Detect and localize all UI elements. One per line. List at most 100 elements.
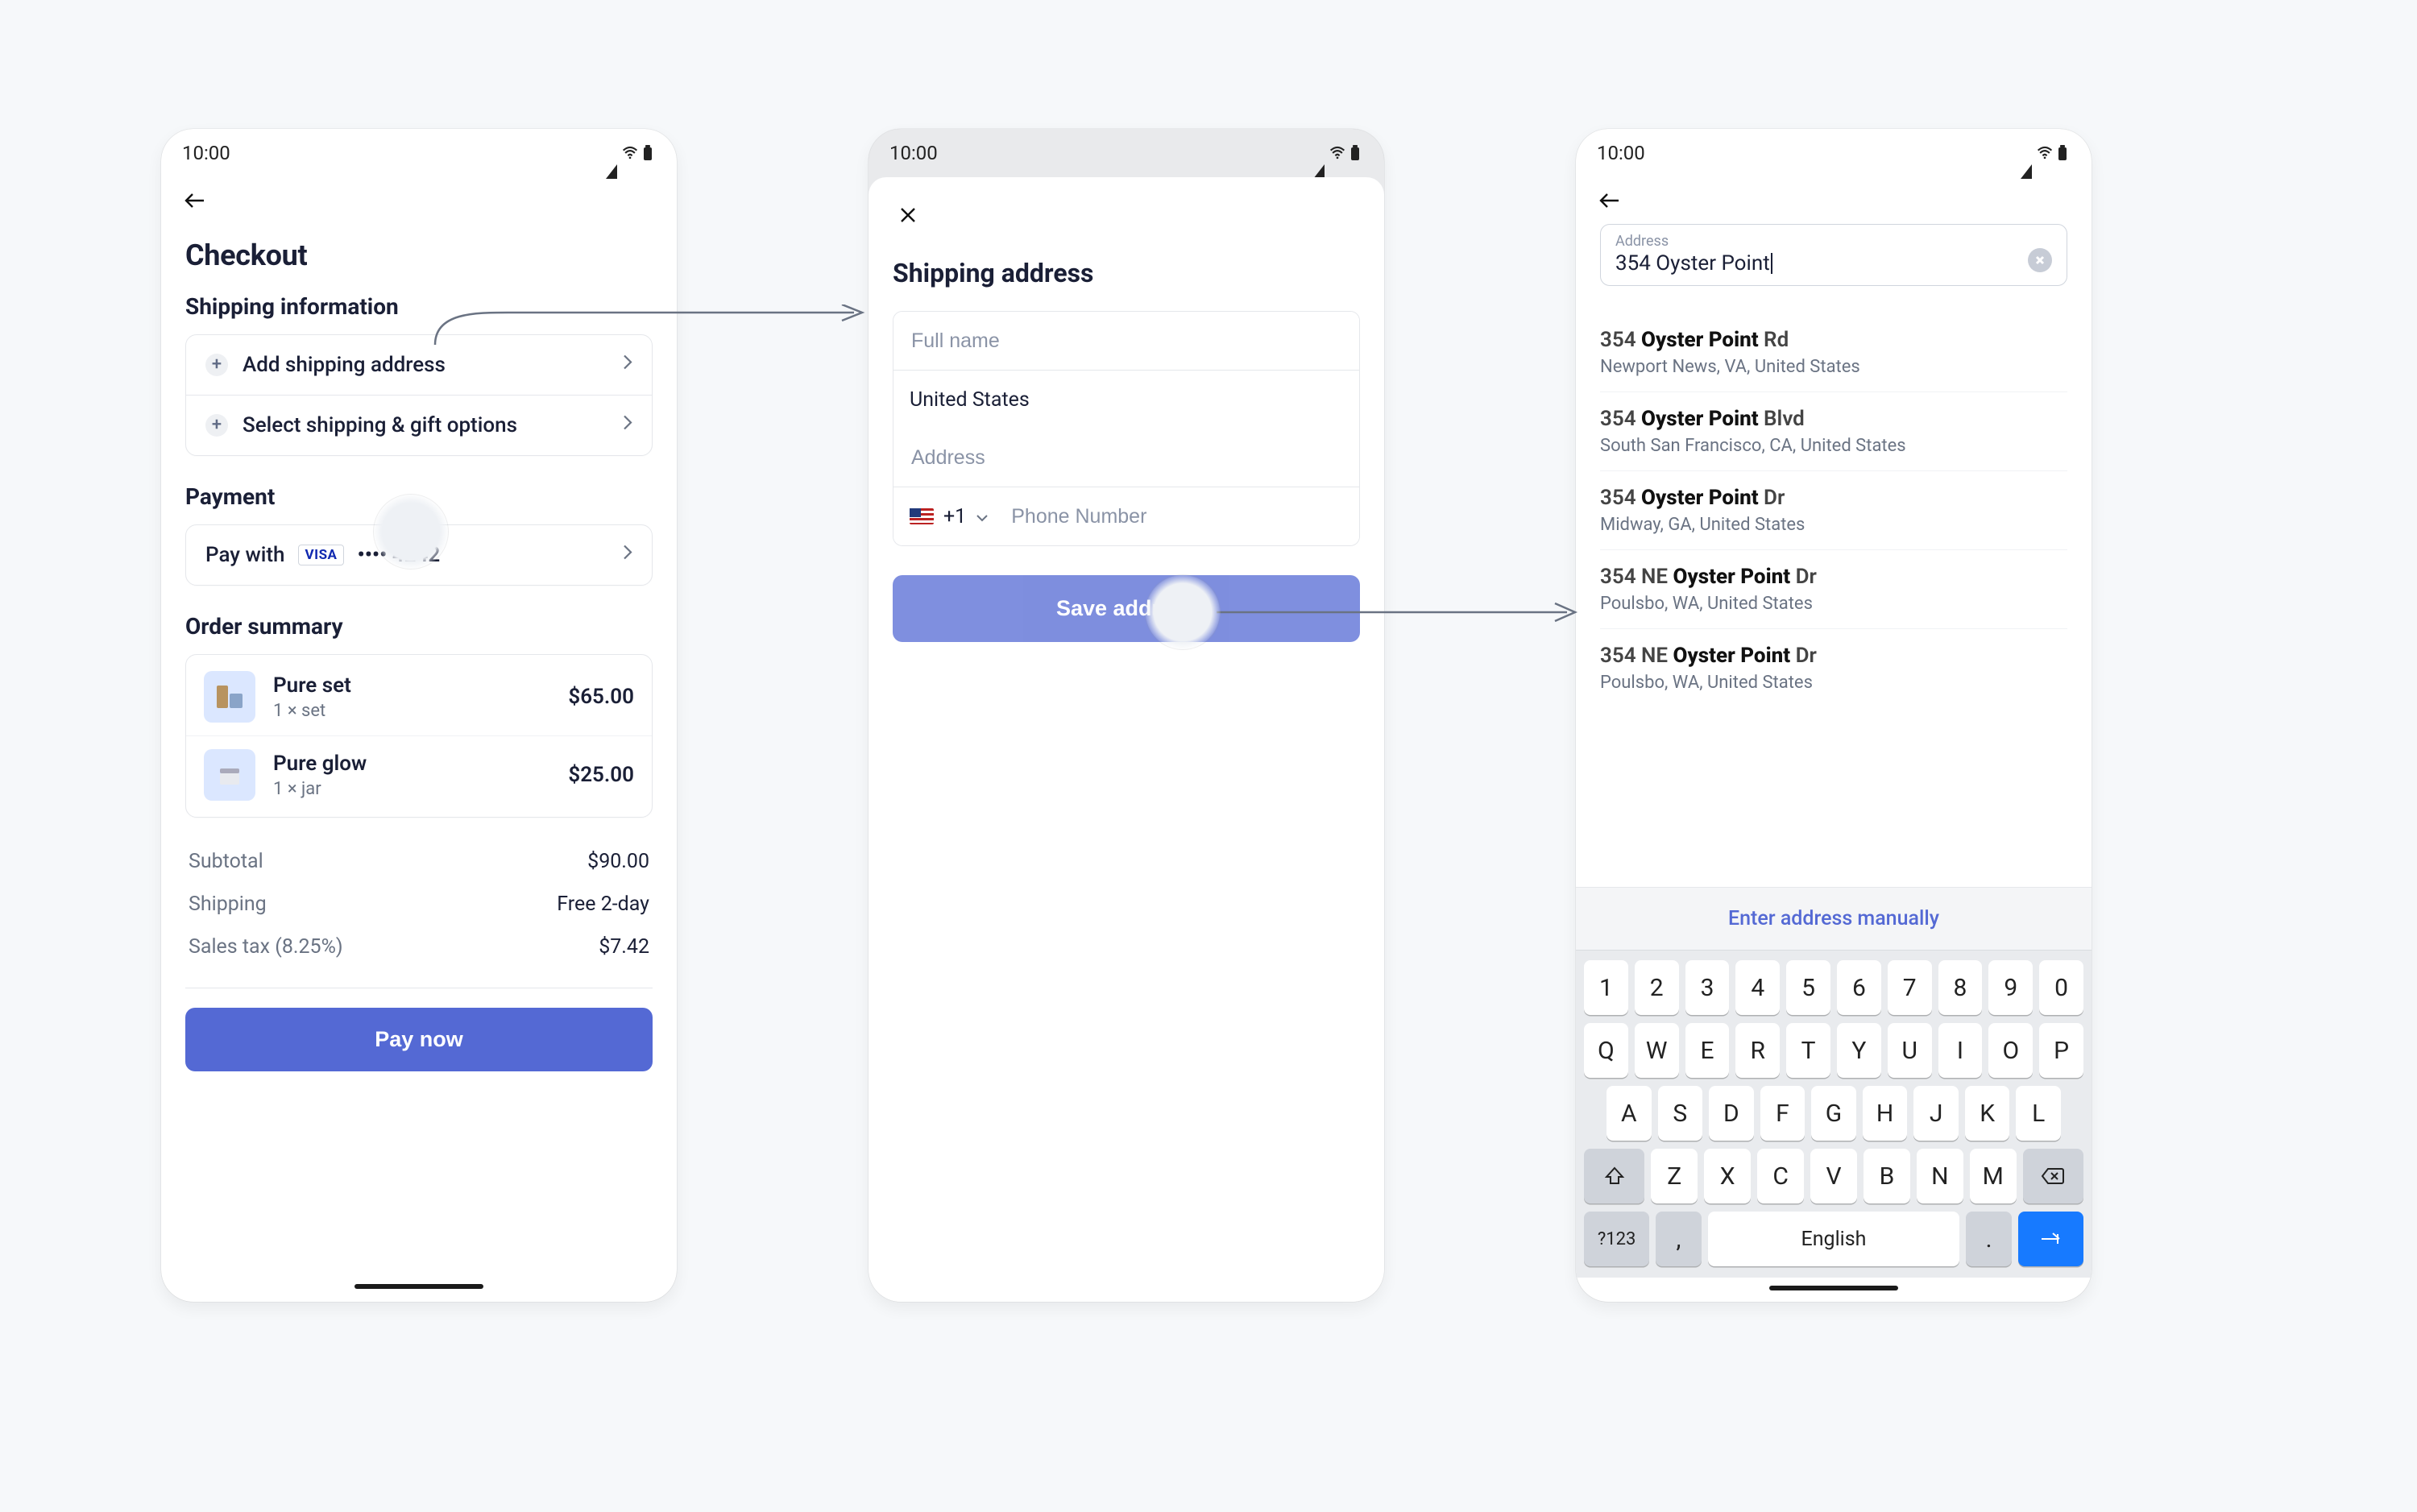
chevron-down-icon — [976, 505, 989, 528]
key-8[interactable]: 8 — [1938, 960, 1983, 1015]
close-button[interactable] — [893, 200, 923, 230]
back-button[interactable] — [179, 185, 209, 216]
shipping-options-row[interactable]: + Select shipping & gift options — [186, 396, 652, 455]
key-q[interactable]: Q — [1584, 1023, 1628, 1078]
clear-button[interactable] — [2028, 248, 2052, 272]
payment-section-label: Payment — [185, 483, 653, 510]
suggestion-item[interactable]: 354 NE Oyster Point Dr Poulsbo, WA, Unit… — [1600, 629, 2067, 707]
suggestions-list: 354 Oyster Point Rd Newport News, VA, Un… — [1600, 313, 2067, 707]
key-c[interactable]: C — [1757, 1149, 1804, 1203]
key-w[interactable]: W — [1635, 1023, 1679, 1078]
key-2[interactable]: 2 — [1635, 960, 1679, 1015]
key-s[interactable]: S — [1658, 1086, 1703, 1141]
full-name-field[interactable] — [893, 312, 1359, 371]
item-name: Pure set — [273, 673, 550, 698]
key-u[interactable]: U — [1888, 1023, 1932, 1078]
suggestion-line-2: Newport News, VA, United States — [1600, 357, 2067, 377]
key-l[interactable]: L — [2016, 1086, 2061, 1141]
key-k[interactable]: K — [1965, 1086, 2010, 1141]
plus-icon: + — [205, 414, 228, 437]
enter-key[interactable] — [2018, 1212, 2083, 1266]
home-indicator[interactable] — [1769, 1286, 1898, 1290]
symbols-key[interactable]: ?123 — [1584, 1212, 1649, 1266]
clock: 10:00 — [182, 142, 230, 164]
key-t[interactable]: T — [1786, 1023, 1830, 1078]
key-z[interactable]: Z — [1651, 1149, 1698, 1203]
key-3[interactable]: 3 — [1685, 960, 1730, 1015]
key-7[interactable]: 7 — [1888, 960, 1932, 1015]
period-key[interactable]: . — [1966, 1212, 2011, 1266]
sheet-title: Shipping address — [893, 258, 1360, 288]
comma-key[interactable]: , — [1656, 1212, 1701, 1266]
key-e[interactable]: E — [1685, 1023, 1730, 1078]
status-icons — [1313, 142, 1360, 164]
signal-icon — [2021, 142, 2032, 164]
phone-input[interactable] — [1010, 504, 1343, 529]
address-search-field[interactable]: Address 354 Oyster Point — [1600, 224, 2067, 286]
key-d[interactable]: D — [1709, 1086, 1754, 1141]
keyboard: 1234567890 QWERTYUIOP ASDFGHJKL ZXCVBNM … — [1576, 950, 2092, 1278]
full-name-input[interactable] — [910, 329, 1343, 354]
key-j[interactable]: J — [1913, 1086, 1959, 1141]
backspace-key[interactable] — [2023, 1149, 2083, 1203]
flag-us-icon — [910, 508, 934, 524]
dial-code: +1 — [943, 505, 966, 528]
wifi-icon — [622, 146, 638, 160]
key-6[interactable]: 6 — [1837, 960, 1881, 1015]
key-o[interactable]: O — [1988, 1023, 2033, 1078]
key-r[interactable]: R — [1735, 1023, 1780, 1078]
address-input[interactable] — [910, 445, 1343, 470]
tax-label: Sales tax (8.25%) — [189, 935, 343, 959]
flow-arrow-1 — [427, 304, 878, 401]
key-9[interactable]: 9 — [1988, 960, 2033, 1015]
key-v[interactable]: V — [1810, 1149, 1857, 1203]
status-bar: 10:00 — [869, 129, 1384, 177]
phone-field[interactable]: +1 — [893, 487, 1359, 545]
back-button[interactable] — [1594, 185, 1624, 216]
key-i[interactable]: I — [1938, 1023, 1983, 1078]
enter-manually-link[interactable]: Enter address manually — [1576, 887, 2092, 950]
key-f[interactable]: F — [1760, 1086, 1805, 1141]
item-price: $25.00 — [568, 763, 634, 787]
shipping-opts-label: Select shipping & gift options — [243, 413, 517, 437]
key-1[interactable]: 1 — [1584, 960, 1628, 1015]
key-b[interactable]: B — [1864, 1149, 1910, 1203]
key-x[interactable]: X — [1704, 1149, 1751, 1203]
country-select[interactable]: United States — [893, 371, 1360, 429]
pay-with-label: Pay with — [205, 543, 285, 567]
key-g[interactable]: G — [1811, 1086, 1856, 1141]
key-5[interactable]: 5 — [1786, 960, 1830, 1015]
home-indicator[interactable] — [354, 1284, 483, 1289]
suggestion-item[interactable]: 354 Oyster Point Rd Newport News, VA, Un… — [1600, 313, 2067, 392]
key-4[interactable]: 4 — [1735, 960, 1780, 1015]
suggestion-line-1: 354 Oyster Point Dr — [1600, 486, 2067, 510]
product-thumb — [204, 749, 255, 801]
shipping-value: Free 2-day — [557, 893, 649, 916]
suggestion-item[interactable]: 354 NE Oyster Point Dr Poulsbo, WA, Unit… — [1600, 550, 2067, 629]
suggestion-item[interactable]: 354 Oyster Point Blvd South San Francisc… — [1600, 392, 2067, 471]
key-0[interactable]: 0 — [2039, 960, 2083, 1015]
key-h[interactable]: H — [1863, 1086, 1908, 1141]
signal-icon — [1313, 142, 1325, 164]
subtotal-label: Subtotal — [189, 850, 263, 873]
space-key[interactable]: English — [1708, 1212, 1960, 1266]
country-value: United States — [910, 388, 1030, 412]
suggestion-line-1: 354 NE Oyster Point Dr — [1600, 644, 2067, 668]
pay-with-row[interactable]: Pay with VISA •••• 4242 — [186, 525, 652, 585]
item-qty: 1 × jar — [273, 779, 550, 799]
address-field[interactable] — [893, 429, 1359, 487]
status-icons — [606, 142, 653, 164]
key-a[interactable]: A — [1606, 1086, 1652, 1141]
key-n[interactable]: N — [1917, 1149, 1963, 1203]
clock: 10:00 — [889, 142, 938, 164]
key-y[interactable]: Y — [1837, 1023, 1881, 1078]
suggestion-item[interactable]: 354 Oyster Point Dr Midway, GA, United S… — [1600, 471, 2067, 550]
pay-now-button[interactable]: Pay now — [185, 1008, 653, 1071]
status-bar: 10:00 — [1576, 129, 2092, 177]
shift-key[interactable] — [1584, 1149, 1644, 1203]
status-bar: 10:00 — [161, 129, 677, 177]
suggestion-line-2: South San Francisco, CA, United States — [1600, 436, 2067, 456]
key-m[interactable]: M — [1970, 1149, 2017, 1203]
item-price: $65.00 — [568, 685, 634, 709]
key-p[interactable]: P — [2039, 1023, 2083, 1078]
